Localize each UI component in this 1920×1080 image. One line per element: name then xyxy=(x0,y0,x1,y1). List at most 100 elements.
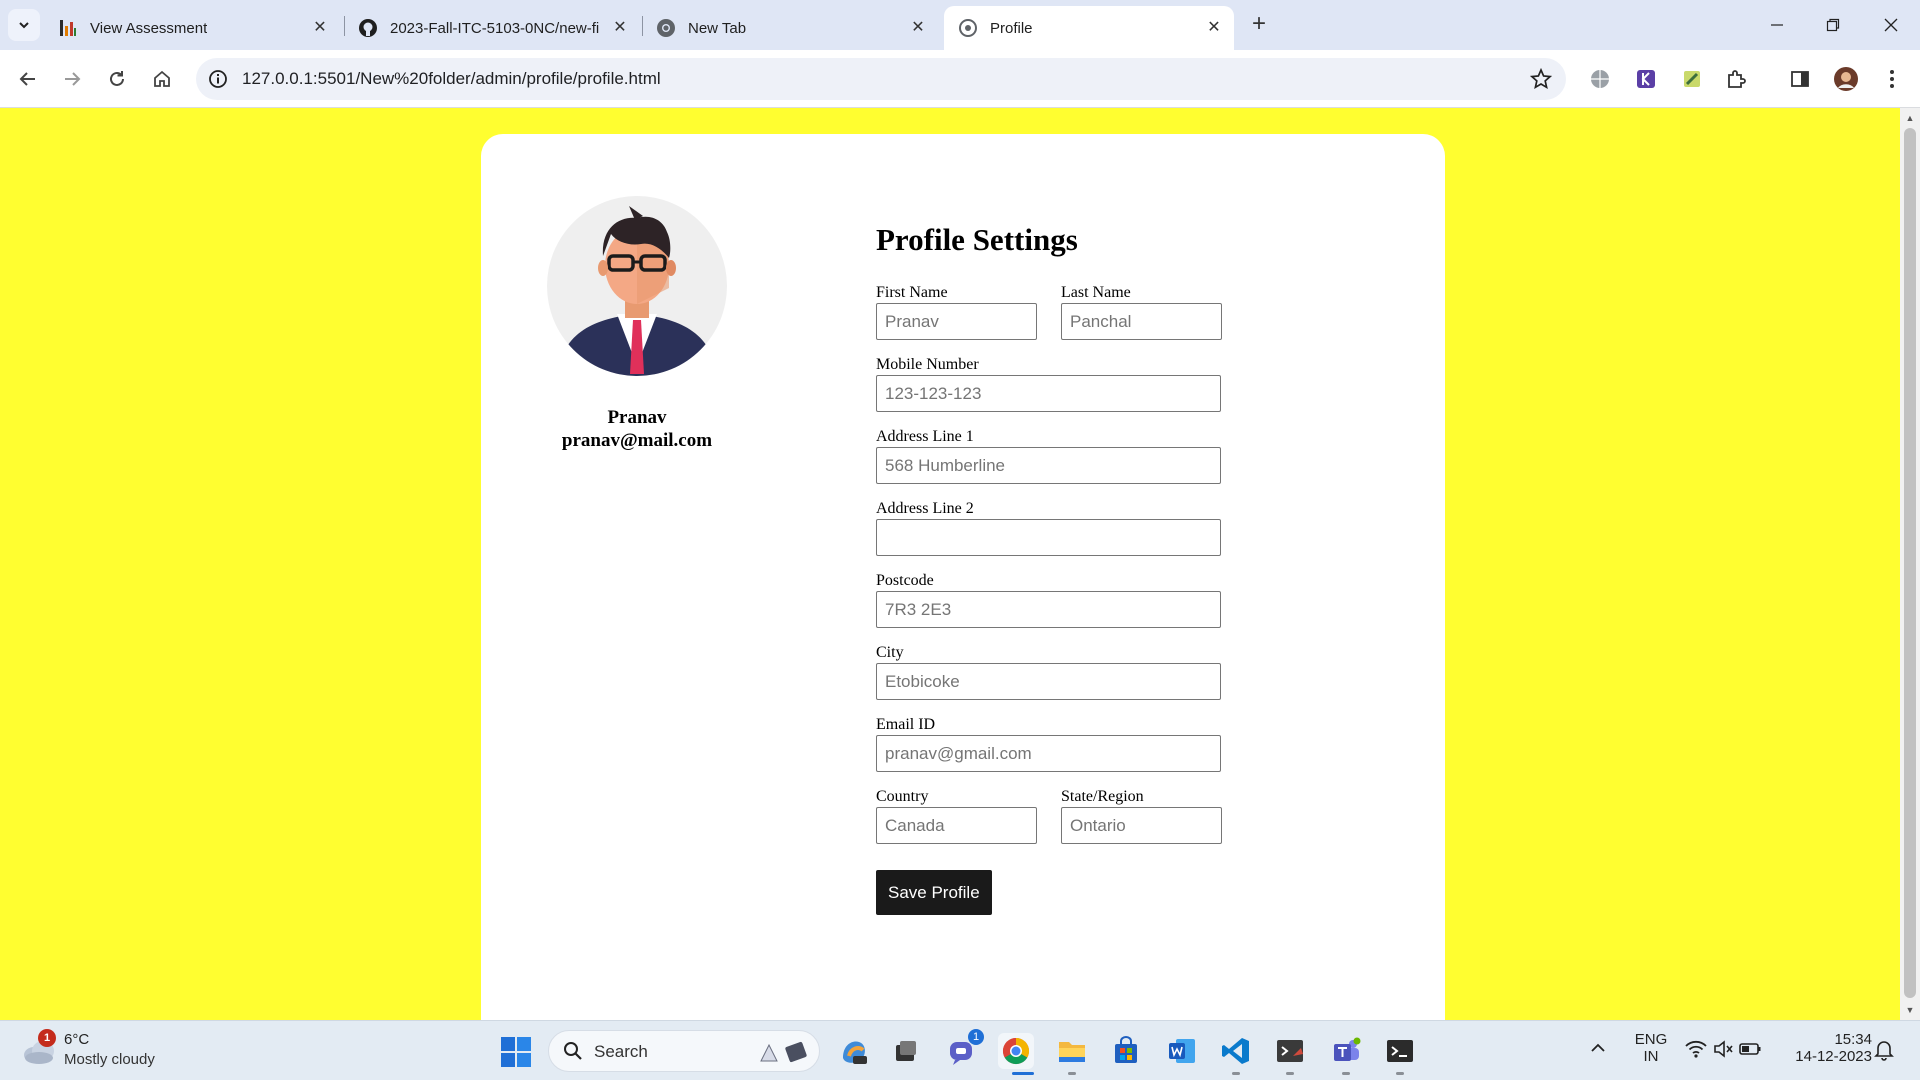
back-button[interactable] xyxy=(12,63,44,95)
taskbar-copilot-icon[interactable] xyxy=(836,1033,872,1069)
taskbar-search[interactable]: Search xyxy=(548,1030,820,1072)
show-hidden-icons-chevron-icon[interactable] xyxy=(1590,1041,1606,1058)
extensions-puzzle-icon[interactable] xyxy=(1722,65,1750,93)
close-icon xyxy=(1884,18,1898,32)
search-highlight-icon xyxy=(760,1041,807,1063)
new-tab-button[interactable]: + xyxy=(1244,10,1274,40)
address2-input[interactable] xyxy=(876,519,1221,556)
plus-icon: + xyxy=(1251,10,1266,37)
weather-condition: Mostly cloudy xyxy=(64,1051,155,1068)
close-icon[interactable]: ✕ xyxy=(908,18,928,38)
email-id-label: Email ID xyxy=(876,716,936,733)
side-panel-icon[interactable] xyxy=(1786,65,1814,93)
teams-running-indicator xyxy=(1342,1072,1350,1075)
tab-new-tab[interactable]: New Tab ✕ xyxy=(642,6,938,50)
tab-profile[interactable]: Profile ✕ xyxy=(944,6,1234,50)
last-name-label: Last Name xyxy=(1061,284,1131,301)
profile-avatar-icon[interactable] xyxy=(1832,65,1860,93)
address1-input[interactable] xyxy=(876,447,1221,484)
save-profile-button[interactable]: Save Profile xyxy=(876,870,992,915)
notification-bell-icon[interactable] xyxy=(1874,1039,1894,1065)
tab-github[interactable]: 2023-Fall-ITC-5103-0NC/new-fi ✕ xyxy=(344,6,640,50)
last-name-input[interactable] xyxy=(1061,303,1222,340)
first-name-group: First Name xyxy=(876,283,1037,340)
postcode-input[interactable] xyxy=(876,591,1221,628)
vscode-running-indicator xyxy=(1232,1072,1240,1075)
battery-icon xyxy=(1739,1043,1761,1055)
system-tray-status[interactable] xyxy=(1684,1039,1762,1063)
chrome-icon xyxy=(656,18,676,38)
country-label: Country xyxy=(876,788,929,805)
extension-k-icon[interactable] xyxy=(1632,65,1660,93)
home-button[interactable] xyxy=(146,63,178,95)
taskbar-chat-icon[interactable]: 1 xyxy=(944,1029,984,1069)
first-name-label: First Name xyxy=(876,284,948,301)
extension-globe-icon[interactable] xyxy=(1586,65,1614,93)
postcode-label: Postcode xyxy=(876,572,934,589)
reload-button[interactable] xyxy=(101,63,133,95)
url-text[interactable]: 127.0.0.1:5501/New%20folder/admin/profil… xyxy=(242,69,661,89)
address1-group: Address Line 1 xyxy=(876,427,1221,484)
state-label: State/Region xyxy=(1061,788,1144,805)
first-name-input[interactable] xyxy=(876,303,1037,340)
browser-toolbar: 127.0.0.1:5501/New%20folder/admin/profil… xyxy=(0,50,1920,108)
country-input[interactable] xyxy=(876,807,1037,844)
page-scrollbar[interactable]: ▲ ▼ xyxy=(1900,108,1920,1020)
last-name-group: Last Name xyxy=(1061,283,1222,340)
taskbar-word-icon[interactable] xyxy=(1164,1033,1200,1069)
forward-button[interactable] xyxy=(56,63,88,95)
taskbar-chrome-icon[interactable] xyxy=(998,1033,1034,1069)
tab-search-button[interactable] xyxy=(8,9,40,41)
city-input[interactable] xyxy=(876,663,1221,700)
app-running-indicator xyxy=(1286,1072,1294,1075)
address2-label: Address Line 2 xyxy=(876,500,974,517)
close-window-button[interactable] xyxy=(1868,8,1914,42)
tab-view-assessment[interactable]: View Assessment ✕ xyxy=(44,6,340,50)
taskbar-file-explorer-icon[interactable] xyxy=(1054,1033,1090,1069)
taskbar-terminal-icon[interactable] xyxy=(1382,1033,1418,1069)
search-label: Search xyxy=(594,1042,648,1061)
tab-title: Profile xyxy=(990,19,1033,37)
email-id-group: Email ID xyxy=(876,715,1221,772)
weather-badge: 1 xyxy=(38,1029,56,1047)
home-icon xyxy=(154,70,170,87)
state-input[interactable] xyxy=(1061,807,1222,844)
taskbar-teams-icon[interactable] xyxy=(1328,1033,1364,1069)
city-label: City xyxy=(876,644,904,661)
chrome-active-indicator xyxy=(1012,1072,1034,1075)
close-icon[interactable]: ✕ xyxy=(610,18,630,38)
windows-start-icon[interactable] xyxy=(500,1036,532,1068)
site-info-icon[interactable] xyxy=(206,67,230,91)
scroll-up-arrow-icon[interactable]: ▲ xyxy=(1904,112,1916,124)
chevron-down-icon xyxy=(19,22,29,29)
address-bar[interactable]: 127.0.0.1:5501/New%20folder/admin/profil… xyxy=(196,58,1566,100)
clock-time: 15:34 xyxy=(1834,1031,1872,1048)
terminal-running-indicator xyxy=(1396,1072,1404,1075)
taskbar-store-icon[interactable] xyxy=(1108,1033,1144,1069)
taskbar-vscode-icon[interactable] xyxy=(1218,1033,1254,1069)
tab-title: 2023-Fall-ITC-5103-0NC/new-fi xyxy=(390,19,600,37)
profile-email: pranav@mail.com xyxy=(561,430,713,451)
bookmark-star-icon[interactable] xyxy=(1528,66,1554,92)
scroll-down-arrow-icon[interactable]: ▼ xyxy=(1904,1004,1916,1016)
taskbar-terminal-app-icon[interactable] xyxy=(1272,1033,1308,1069)
language-indicator[interactable]: ENG IN xyxy=(1628,1031,1674,1065)
weather-widget[interactable]: 1 6°C Mostly cloudy xyxy=(22,1029,202,1073)
page-title: Profile Settings xyxy=(876,222,1078,257)
restore-icon xyxy=(1826,18,1840,32)
minimize-button[interactable] xyxy=(1754,8,1800,42)
restore-button[interactable] xyxy=(1810,8,1856,42)
chat-badge: 1 xyxy=(968,1029,984,1045)
mobile-input[interactable] xyxy=(876,375,1221,412)
scrollbar-thumb[interactable] xyxy=(1904,128,1916,998)
taskbar-task-view-icon[interactable] xyxy=(888,1033,924,1069)
close-icon[interactable]: ✕ xyxy=(310,18,330,38)
extension-pencil-icon[interactable] xyxy=(1678,65,1706,93)
github-icon xyxy=(358,18,378,38)
clock[interactable]: 15:34 14-12-2023 xyxy=(1782,1031,1872,1065)
email-id-input[interactable] xyxy=(876,735,1221,772)
close-icon[interactable]: ✕ xyxy=(1204,18,1224,38)
avatar-image xyxy=(547,196,727,376)
chrome-menu-icon[interactable] xyxy=(1878,65,1906,93)
clock-date: 14-12-2023 xyxy=(1795,1048,1872,1065)
